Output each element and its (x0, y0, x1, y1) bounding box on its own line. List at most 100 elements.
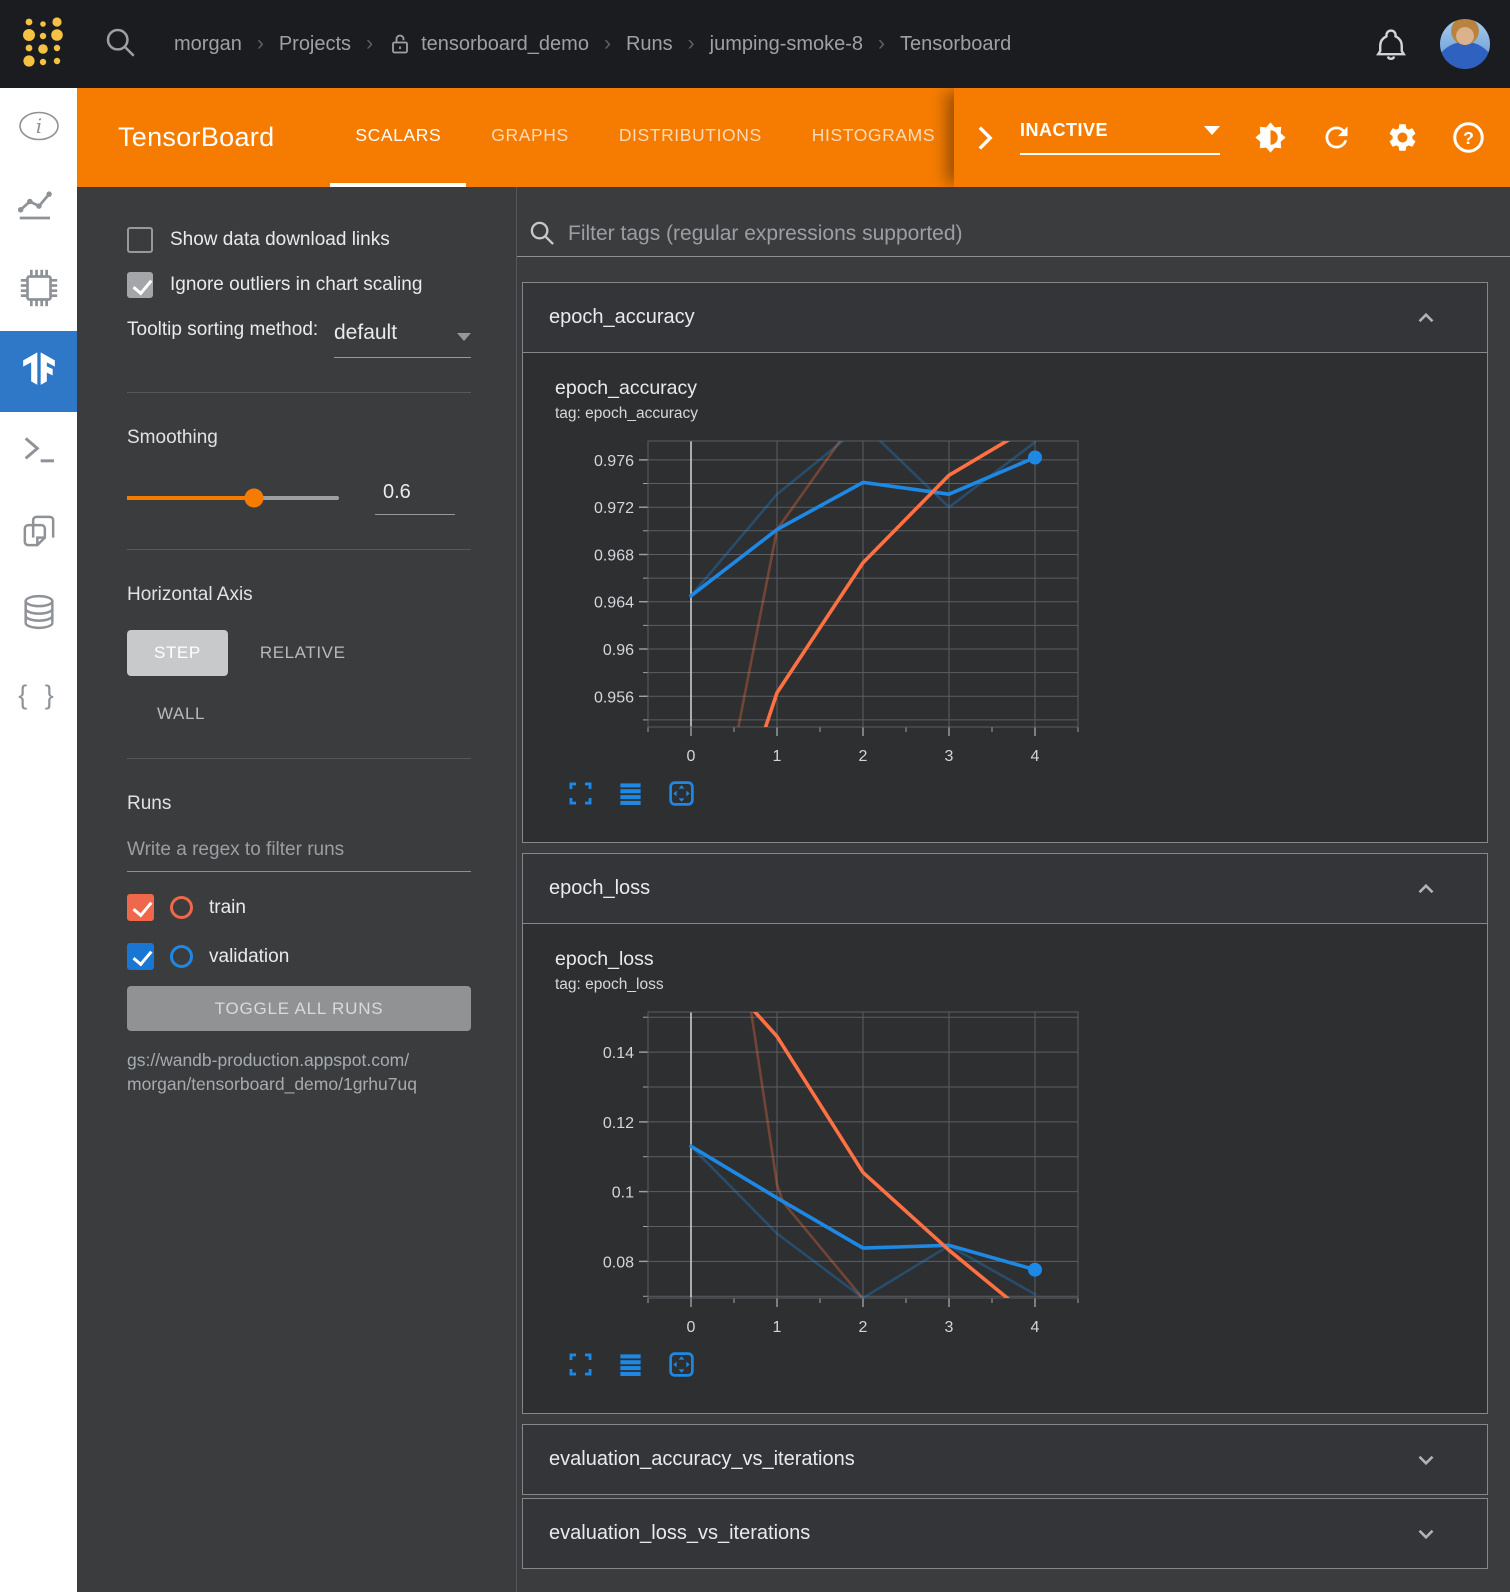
svg-text:i: i (35, 114, 41, 138)
divider (127, 549, 471, 550)
card-epoch-accuracy: epoch_accuracy epoch_accuracy tag: epoch… (522, 282, 1488, 843)
epoch-loss-chart[interactable]: 012340.140.120.10.08 (553, 1002, 1153, 1342)
tab-scalars[interactable]: SCALARS (330, 88, 466, 187)
axis-step-button[interactable]: STEP (127, 630, 228, 676)
refresh-icon[interactable] (1320, 121, 1353, 154)
tab-distributions[interactable]: DISTRIBUTIONS (594, 88, 787, 187)
ignore-outliers-checkbox[interactable]: Ignore outliers in chart scaling (127, 272, 471, 298)
run-row-train[interactable]: train (127, 894, 471, 921)
breadcrumb-projects[interactable]: Projects (279, 33, 351, 56)
rail-item-charts[interactable] (0, 169, 77, 250)
svg-text:0.96: 0.96 (603, 642, 634, 659)
smoothing-slider[interactable] (127, 496, 339, 500)
epoch-accuracy-chart[interactable]: 012340.9760.9720.9680.9640.960.956 (553, 431, 1153, 771)
toggle-all-runs-button[interactable]: TOGGLE ALL RUNS (127, 986, 471, 1031)
braces-icon: { } (18, 680, 59, 711)
breadcrumb-page[interactable]: Tensorboard (900, 33, 1011, 56)
storage-path: gs://wandb-production.appspot.com/ morga… (127, 1049, 471, 1096)
chevron-down-icon[interactable] (1413, 1447, 1439, 1473)
line-chart-icon (17, 185, 61, 234)
breadcrumb-project[interactable]: tensorboard_demo (421, 33, 589, 56)
smoothing-slider-fill (127, 496, 254, 500)
chart-title: epoch_accuracy (555, 377, 1487, 400)
svg-text:2: 2 (859, 1319, 868, 1336)
smoothing-value-input[interactable]: 0.6 (375, 481, 455, 515)
smoothing-slider-thumb[interactable] (245, 489, 264, 508)
breadcrumb-runs[interactable]: Runs (626, 33, 673, 56)
svg-text:0.12: 0.12 (603, 1115, 634, 1132)
data-table-icon[interactable] (617, 780, 644, 807)
pan-zoom-icon[interactable] (667, 1350, 696, 1379)
data-table-icon[interactable] (617, 1351, 644, 1378)
chevron-down-icon (1204, 126, 1220, 135)
run-row-validation[interactable]: validation (127, 943, 471, 970)
terminal-icon (19, 430, 59, 475)
help-icon[interactable]: ? (1452, 121, 1485, 154)
chart-tag: tag: epoch_accuracy (555, 405, 1487, 423)
show-download-links-checkbox[interactable]: Show data download links (127, 227, 471, 253)
breadcrumb-user[interactable]: morgan (174, 33, 242, 56)
info-icon: i (18, 110, 60, 147)
validation-checkbox[interactable] (127, 943, 154, 970)
pan-zoom-icon[interactable] (667, 779, 696, 808)
notifications-bell-icon[interactable] (1374, 27, 1408, 61)
storage-path-line1: gs://wandb-production.appspot.com/ (127, 1049, 471, 1073)
rail-item-files[interactable] (0, 493, 77, 574)
chevron-down-icon (457, 333, 471, 341)
tensorboard-header: TensorBoard SCALARS GRAPHS DISTRIBUTIONS… (77, 88, 1510, 187)
horizontal-axis-label: Horizontal Axis (127, 584, 471, 606)
copy-files-icon (19, 511, 59, 556)
wandb-logo-icon[interactable] (20, 14, 66, 75)
breadcrumb-run[interactable]: jumping-smoke-8 (710, 33, 863, 56)
search-icon (529, 220, 556, 247)
expand-chart-icon[interactable] (567, 780, 594, 807)
settings-gear-icon[interactable] (1386, 121, 1419, 154)
tooltip-sorting-select[interactable]: default (334, 321, 471, 358)
chevron-up-icon[interactable] (1413, 305, 1439, 331)
card-epoch-accuracy-header[interactable]: epoch_accuracy (523, 283, 1487, 352)
tab-histograms[interactable]: HISTOGRAMS (787, 88, 960, 187)
rail-item-tensorboard[interactable] (0, 331, 77, 412)
breadcrumb-separator: › (366, 32, 373, 56)
ignore-outliers-label: Ignore outliers in chart scaling (170, 274, 422, 296)
axis-relative-button[interactable]: RELATIVE (260, 643, 346, 663)
svg-text:0.08: 0.08 (603, 1254, 634, 1271)
train-color-swatch[interactable] (170, 896, 193, 919)
svg-text:4: 4 (1031, 748, 1040, 765)
breadcrumb-separator: › (604, 32, 611, 56)
chevron-down-icon[interactable] (1413, 1521, 1439, 1547)
tabs-scroll-right-icon[interactable] (974, 125, 996, 151)
filter-tags-input[interactable]: Filter tags (regular expressions support… (568, 222, 963, 246)
card-evaluation-loss-header[interactable]: evaluation_loss_vs_iterations (523, 1499, 1487, 1568)
runs-regex-input[interactable]: Write a regex to filter runs (127, 839, 471, 872)
svg-text:0: 0 (687, 1319, 696, 1336)
run-state-select[interactable]: INACTIVE (1020, 120, 1220, 155)
svg-text:0.964: 0.964 (594, 595, 634, 612)
chevron-up-icon[interactable] (1413, 876, 1439, 902)
rail-item-logs[interactable] (0, 412, 77, 493)
validation-color-swatch[interactable] (170, 945, 193, 968)
svg-text:?: ? (1463, 128, 1474, 148)
expand-chart-icon[interactable] (567, 1351, 594, 1378)
checkbox-unchecked-icon (127, 227, 153, 253)
top-navbar: morgan › Projects › tensorboard_demo › R… (0, 0, 1510, 88)
rail-item-overview[interactable]: i (0, 88, 77, 169)
svg-text:0.956: 0.956 (594, 689, 634, 706)
svg-text:2: 2 (859, 748, 868, 765)
theme-brightness-icon[interactable] (1254, 121, 1287, 154)
card-evaluation-accuracy-header[interactable]: evaluation_accuracy_vs_iterations (523, 1425, 1487, 1494)
axis-wall-button[interactable]: WALL (157, 704, 205, 724)
tab-graphs[interactable]: GRAPHS (466, 88, 594, 187)
user-avatar[interactable] (1440, 19, 1490, 69)
run-state-value: INACTIVE (1020, 120, 1108, 141)
tensorboard-logo: TensorBoard (118, 122, 274, 153)
card-epoch-loss-header[interactable]: epoch_loss (523, 854, 1487, 923)
search-icon[interactable] (104, 26, 136, 63)
rail-item-system[interactable] (0, 250, 77, 331)
lock-open-icon (388, 32, 412, 56)
breadcrumb: morgan › Projects › tensorboard_demo › R… (174, 32, 1011, 56)
rail-item-artifacts[interactable] (0, 574, 77, 655)
rail-item-config[interactable]: { } (0, 655, 77, 736)
train-checkbox[interactable] (127, 894, 154, 921)
breadcrumb-separator: › (688, 32, 695, 56)
